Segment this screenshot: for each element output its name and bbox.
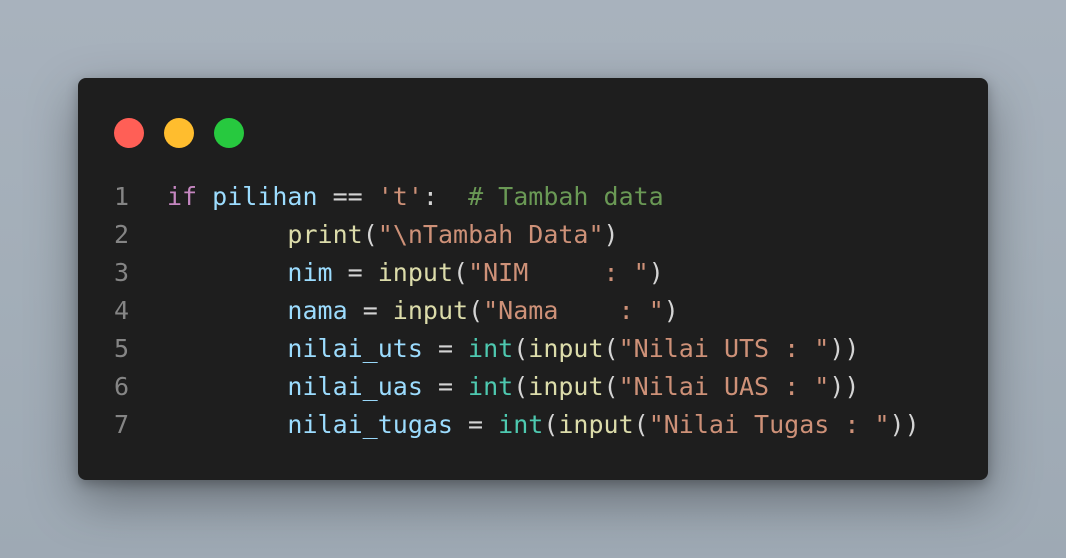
code-token: ( xyxy=(603,334,619,363)
code-token: = xyxy=(453,410,499,439)
window-controls xyxy=(114,118,244,148)
code-line: 1 if pilihan == 't': # Tambah data xyxy=(78,178,988,216)
code-token: "Nilai Tugas : " xyxy=(648,410,890,439)
code-token: ) xyxy=(648,258,664,287)
code-editor[interactable]: 1 if pilihan == 't': # Tambah data 2 print… xyxy=(78,178,988,444)
code-token: ( xyxy=(603,372,619,401)
code-token: nilai_tugas xyxy=(287,410,453,439)
close-button[interactable] xyxy=(114,118,144,148)
code-token: == xyxy=(317,182,378,211)
code-line: 5 nilai_uts = int(input("Nilai UTS : ")) xyxy=(78,330,988,368)
code-token: nilai_uas xyxy=(287,372,423,401)
code-token: = xyxy=(422,334,469,363)
code-token: pilihan xyxy=(212,182,318,211)
code-token: "Nilai UAS : " xyxy=(618,372,830,401)
code-token: = xyxy=(332,258,378,287)
line-number: 7 xyxy=(114,410,130,439)
line-number: 6 xyxy=(114,372,130,401)
code-token: input xyxy=(392,296,469,325)
code-token: = xyxy=(347,296,393,325)
code-token: # Tambah data xyxy=(468,182,664,211)
code-token: ) xyxy=(663,296,679,325)
code-token: ( xyxy=(453,258,469,287)
line-source: nilai_uts = int(input("Nilai UTS : ")) xyxy=(167,330,859,368)
line-number: 5 xyxy=(114,334,130,363)
code-token: )) xyxy=(829,372,860,401)
code-line: 4 nama = input("Nama : ") xyxy=(78,292,988,330)
code-token: " xyxy=(377,220,393,249)
code-line: 6 nilai_uas = int(input("Nilai UAS : ")) xyxy=(78,368,988,406)
line-number: 2 xyxy=(114,220,130,249)
code-token: if xyxy=(167,182,198,211)
line-source: if pilihan == 't': # Tambah data xyxy=(167,178,664,216)
code-token: int xyxy=(498,410,544,439)
code-token: input xyxy=(528,372,604,401)
code-token: ( xyxy=(513,372,529,401)
minimize-button[interactable] xyxy=(164,118,194,148)
code-token: ( xyxy=(513,334,529,363)
line-source: nilai_tugas = int(input("Nilai Tugas : "… xyxy=(167,406,920,444)
code-line: 7 nilai_tugas = int(input("Nilai Tugas :… xyxy=(78,406,988,444)
line-source: nim = input("NIM : ") xyxy=(167,254,664,292)
code-line: 2 print("\nTambah Data") xyxy=(78,216,988,254)
code-token: nilai_uts xyxy=(287,334,423,363)
code-token: "NIM : " xyxy=(468,258,649,287)
code-token: ( xyxy=(543,410,559,439)
code-token: nama xyxy=(287,296,348,325)
code-token: int xyxy=(468,372,514,401)
code-token: "Nama : " xyxy=(483,296,664,325)
maximize-button[interactable] xyxy=(214,118,244,148)
line-source: nama = input("Nama : ") xyxy=(167,292,679,330)
code-token: print xyxy=(287,220,363,249)
code-token: 't' xyxy=(377,182,423,211)
code-token: "Nilai UTS : " xyxy=(618,334,830,363)
code-token: ( xyxy=(362,220,378,249)
code-token: input xyxy=(528,334,604,363)
code-token: : xyxy=(422,182,469,211)
code-token: )) xyxy=(829,334,860,363)
line-number: 4 xyxy=(114,296,130,325)
code-token: int xyxy=(468,334,514,363)
code-token: input xyxy=(558,410,634,439)
code-token: Tambah Data" xyxy=(422,220,604,249)
code-token: ( xyxy=(633,410,649,439)
code-token: \n xyxy=(392,220,423,249)
code-token: = xyxy=(422,372,469,401)
line-source: print("\nTambah Data") xyxy=(167,216,619,254)
code-token: ( xyxy=(468,296,484,325)
code-window: 1 if pilihan == 't': # Tambah data 2 print… xyxy=(78,78,988,480)
line-number: 3 xyxy=(114,258,130,287)
code-line: 3 nim = input("NIM : ") xyxy=(78,254,988,292)
code-token: nim xyxy=(287,258,333,287)
line-source: nilai_uas = int(input("Nilai UAS : ")) xyxy=(167,368,859,406)
code-token: )) xyxy=(889,410,920,439)
code-token: input xyxy=(377,258,453,287)
code-token: ) xyxy=(603,220,619,249)
line-number: 1 xyxy=(114,182,130,211)
